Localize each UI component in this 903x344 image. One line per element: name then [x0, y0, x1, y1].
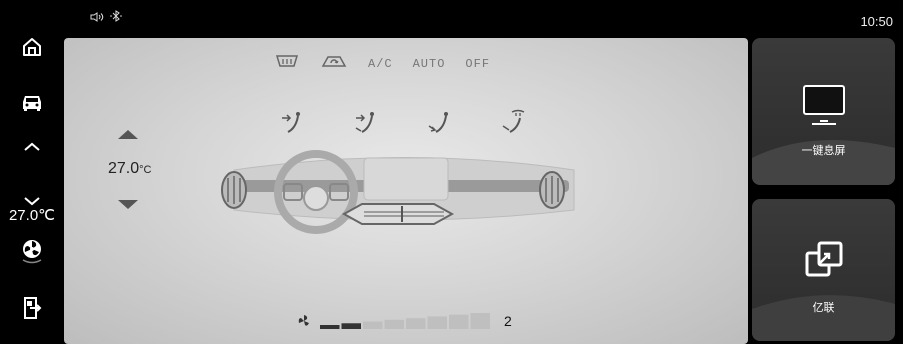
- vent-mode-feet[interactable]: [424, 108, 456, 141]
- fan-speed-level: 2: [504, 313, 512, 329]
- fan-speed-bar[interactable]: [320, 312, 490, 330]
- recirculation-icon: [321, 56, 347, 67]
- temperature-value: 27.0: [108, 160, 140, 177]
- auto-button[interactable]: AUTO: [413, 55, 446, 71]
- vent-mode-selector: [276, 108, 530, 141]
- fan-speed-segment[interactable]: [427, 316, 448, 329]
- fan-speed-icon: [298, 315, 309, 326]
- temp-increase-button[interactable]: [118, 130, 138, 139]
- volume-icon: [90, 11, 104, 25]
- sidebar-temperature: 27.0℃: [8, 207, 56, 224]
- dashboard-illustration: [221, 150, 575, 234]
- fan-speed-segment[interactable]: [406, 318, 426, 329]
- fan-speed-segment[interactable]: [363, 321, 383, 329]
- temp-down-button[interactable]: [0, 196, 64, 206]
- climate-function-bar: A/C AUTO OFF: [274, 52, 490, 74]
- bluetooth-icon: [110, 10, 122, 25]
- ac-button[interactable]: A/C: [368, 55, 393, 71]
- fan-speed-segment[interactable]: [341, 323, 362, 329]
- exit-button[interactable]: [0, 296, 64, 320]
- vehicle-button[interactable]: [0, 92, 64, 112]
- face-feet-vent-icon: [355, 112, 374, 133]
- temp-up-button[interactable]: [0, 142, 64, 152]
- link-icon: [805, 241, 843, 277]
- status-icons: [90, 10, 122, 25]
- chevron-down-icon: [24, 197, 40, 206]
- home-icon: [23, 38, 41, 56]
- vent-mode-windshield-feet[interactable]: [498, 108, 530, 141]
- off-button[interactable]: OFF: [465, 55, 490, 71]
- exit-icon: [24, 297, 42, 319]
- vent-mode-face-feet[interactable]: [350, 108, 382, 141]
- clock: 10:50: [860, 14, 893, 29]
- yilian-label: 亿联: [812, 302, 835, 314]
- rear-defrost-icon: [275, 55, 299, 67]
- fan-speed-segment[interactable]: [320, 325, 340, 329]
- chevron-up-icon: [24, 142, 40, 151]
- fan-speed-control[interactable]: 2: [296, 312, 512, 330]
- monitor-icon: [803, 85, 845, 125]
- fan-speed-segment[interactable]: [384, 319, 405, 329]
- yilian-card[interactable]: 亿联: [752, 199, 895, 341]
- temperature-display: 27.0°C: [108, 160, 151, 178]
- feet-vent-icon: [428, 112, 448, 133]
- fan-speed-segment[interactable]: [470, 313, 491, 329]
- climate-panel: A/C AUTO OFF 27.0°C 2: [64, 38, 748, 344]
- temp-decrease-button[interactable]: [118, 200, 138, 209]
- fan-speed-segment[interactable]: [449, 314, 469, 329]
- fan-icon: [22, 240, 42, 264]
- left-sidebar: 27.0℃: [0, 34, 64, 344]
- windshield-feet-vent-icon: [502, 109, 525, 133]
- face-vent-icon: [282, 112, 300, 133]
- status-bar: 10:50: [0, 0, 903, 34]
- home-button[interactable]: [0, 36, 64, 58]
- rear-defrost-button[interactable]: [274, 52, 300, 74]
- recirculation-button[interactable]: [320, 52, 348, 74]
- climate-button[interactable]: [0, 236, 64, 266]
- vent-mode-face[interactable]: [276, 108, 308, 141]
- screen-off-label: 一键息屏: [801, 145, 846, 157]
- temperature-unit: °C: [139, 164, 152, 176]
- screen-off-card[interactable]: 一键息屏: [752, 38, 895, 185]
- car-icon: [23, 96, 41, 111]
